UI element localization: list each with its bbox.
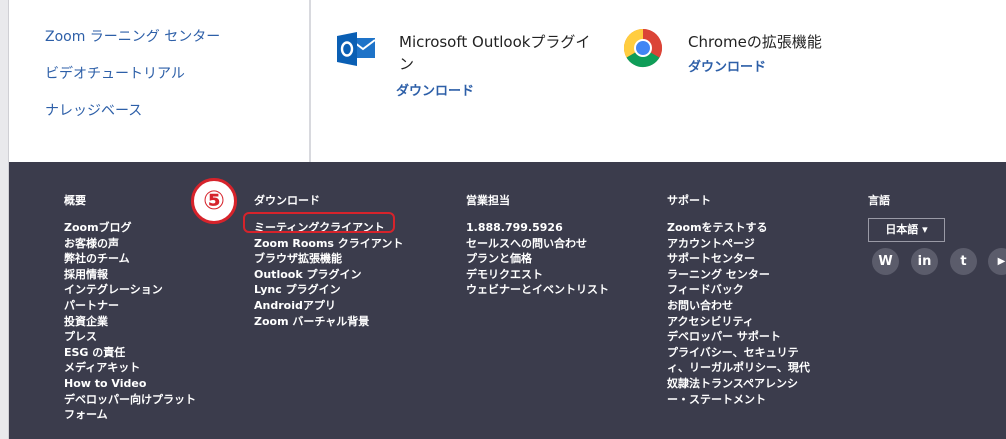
footer-link[interactable]: Zoomブログ <box>64 220 196 236</box>
wordpress-icon[interactable]: W <box>872 248 899 275</box>
resources-sidebar: Zoom ラーニング センター ビデオチュートリアル ナレッジベース <box>9 0 311 162</box>
step-badge: ⑤ <box>191 178 237 224</box>
window-left-edge <box>0 0 9 439</box>
footer-link[interactable]: アカウントページ <box>667 236 810 252</box>
footer-heading-about: 概要 <box>64 194 86 207</box>
footer-link[interactable]: 投資企業 <box>64 314 196 330</box>
outlook-plugin-title-line1: Microsoft Outlookプラグイ <box>399 33 591 51</box>
site-footer: 概要 Zoomブログ お客様の声 弊社のチーム 採用情報 インテグレーション パ… <box>9 162 1006 439</box>
chrome-icon <box>623 28 663 68</box>
footer-link[interactable]: デモリクエスト <box>466 267 609 283</box>
footer-link[interactable]: 奴隷法トランスペアレンシ <box>667 376 810 392</box>
linkedin-icon[interactable]: in <box>911 248 938 275</box>
footer-link[interactable]: プライバシー、セキュリテ <box>667 345 810 361</box>
footer-link[interactable]: ー・ステートメント <box>667 392 810 408</box>
footer-link[interactable]: ラーニング センター <box>667 267 810 283</box>
footer-heading-download: ダウンロード <box>254 194 320 207</box>
outlook-icon <box>337 32 377 66</box>
footer-link[interactable]: 弊社のチーム <box>64 251 196 267</box>
chrome-extension-title: Chromeの拡張機能 <box>688 33 822 51</box>
footer-link[interactable]: Androidアプリ <box>254 298 403 314</box>
footer-link[interactable]: フィードバック <box>667 282 810 298</box>
outlook-download-link[interactable]: ダウンロード <box>396 80 474 99</box>
footer-link[interactable]: プランと価格 <box>466 251 609 267</box>
outlook-plugin-title: Microsoft Outlookプラグイ ン <box>399 31 590 75</box>
footer-link[interactable]: ESG の責任 <box>64 345 196 361</box>
outlook-plugin-title-line2: ン <box>399 55 415 73</box>
footer-link[interactable]: デベロッパー サポート <box>667 329 810 345</box>
sidebar-link-video-tutorials[interactable]: ビデオチュートリアル <box>45 63 185 83</box>
footer-link[interactable]: アクセシビリティ <box>667 314 810 330</box>
footer-link[interactable]: デベロッパー向けプラット <box>64 392 196 408</box>
footer-link[interactable]: お客様の声 <box>64 236 196 252</box>
twitter-icon[interactable]: t <box>950 248 977 275</box>
footer-link[interactable]: Zoom バーチャル背景 <box>254 314 403 330</box>
sidebar-link-learning-center[interactable]: Zoom ラーニング センター <box>45 26 220 46</box>
footer-link[interactable]: ブラウザ拡張機能 <box>254 251 403 267</box>
footer-link[interactable]: Zoom Rooms クライアント <box>254 236 403 252</box>
footer-link[interactable]: Lync プラグイン <box>254 282 403 298</box>
footer-link[interactable]: インテグレーション <box>64 282 196 298</box>
footer-link[interactable]: ウェビナーとイベントリスト <box>466 282 609 298</box>
meeting-client-highlight <box>243 212 395 233</box>
footer-heading-language: 言語 <box>868 194 890 207</box>
chrome-download-link[interactable]: ダウンロード <box>688 56 766 75</box>
language-select[interactable]: 日本語 ▾ <box>868 218 945 242</box>
footer-link[interactable]: プレス <box>64 329 196 345</box>
footer-link[interactable]: お問い合わせ <box>667 298 810 314</box>
sales-phone-link[interactable]: 1.888.799.5926 <box>466 220 609 236</box>
footer-link[interactable]: パートナー <box>64 298 196 314</box>
footer-link[interactable]: サポートセンター <box>667 251 810 267</box>
sidebar-link-knowledge-base[interactable]: ナレッジベース <box>45 100 142 120</box>
footer-link[interactable]: Outlook プラグイン <box>254 267 403 283</box>
footer-link[interactable]: セールスへの問い合わせ <box>466 236 609 252</box>
footer-heading-support: サポート <box>667 194 711 207</box>
footer-link[interactable]: Zoomをテストする <box>667 220 810 236</box>
footer-link[interactable]: 採用情報 <box>64 267 196 283</box>
footer-heading-sales: 営業担当 <box>466 194 510 207</box>
footer-link[interactable]: How to Video <box>64 376 196 392</box>
footer-link[interactable]: ィ、リーガルポリシー、現代 <box>667 360 810 376</box>
footer-link[interactable]: フォーム <box>64 407 196 423</box>
footer-link[interactable]: メディアキット <box>64 360 196 376</box>
